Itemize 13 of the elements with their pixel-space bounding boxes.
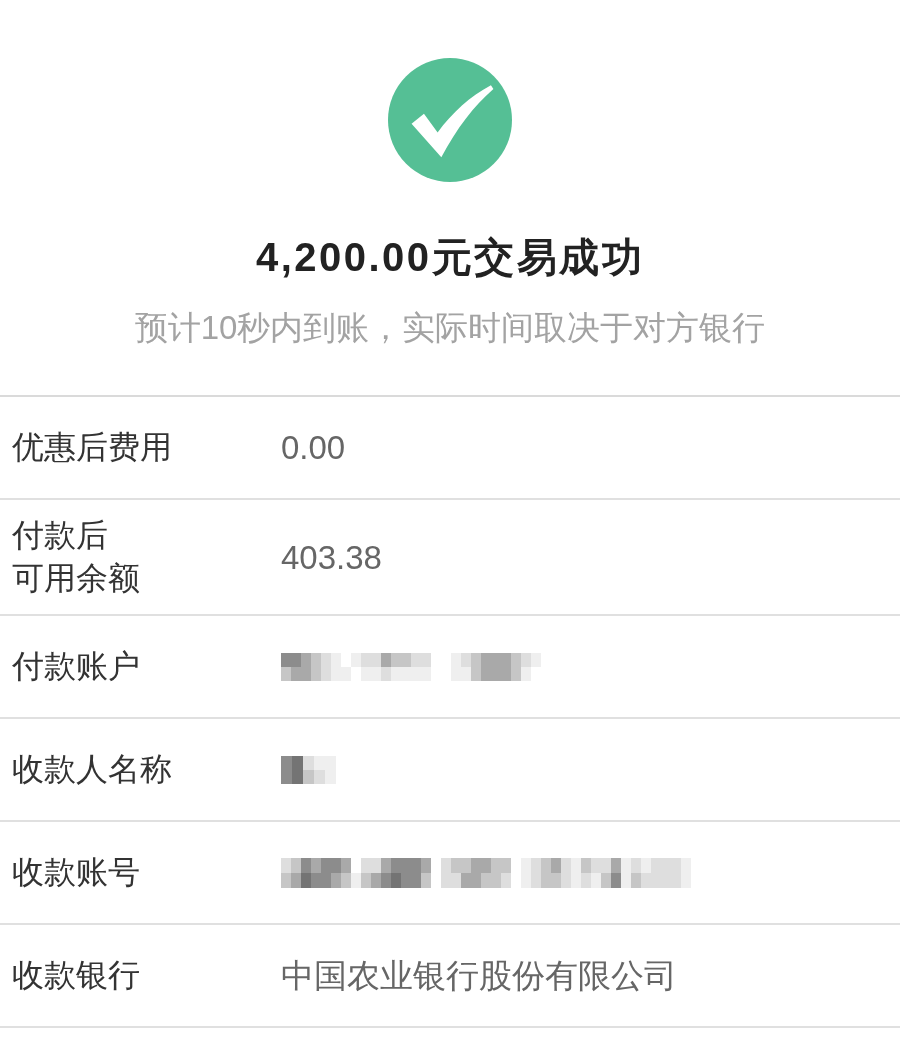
field-label: 付款后 [12,516,108,555]
transaction-title: 4,200.00元交易成功 [255,234,645,281]
field-value: 0.00 [281,428,346,468]
field-label: 收款账号 [12,853,140,892]
field-label: 收款人名称 [12,750,172,789]
field-value: 403.38 [281,537,382,578]
field-label: 付款账户 [12,647,140,686]
field-label: 可用余额 [12,559,140,598]
check-circle-icon [388,58,512,182]
field-label: 收款银行 [12,956,140,995]
arrival-note: 预计10秒内到账，实际时间取决于对方银行 [134,308,766,348]
field-value: 中国农业银行股份有限公司 [281,956,677,996]
field-label: 优惠后费用 [12,428,172,467]
